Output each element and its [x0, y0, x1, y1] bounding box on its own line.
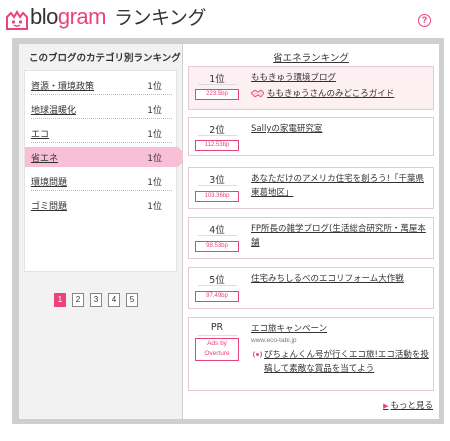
pr-ad-card: PR Ads by Overture エコ旅キャンペーン www.eco-tab…: [188, 317, 434, 391]
score-badge: 103.36bp: [195, 191, 239, 202]
score-badge: 98.53bp: [195, 241, 239, 252]
divider: [198, 335, 237, 336]
page-button-5[interactable]: 5: [126, 293, 138, 307]
pr-label: PR: [210, 322, 224, 333]
divider: [198, 135, 237, 136]
score-badge: 223.5bp: [195, 89, 239, 100]
category-rank: 1位: [147, 202, 162, 212]
logo-part-ranking: ランキング: [113, 7, 206, 29]
crown-logo-icon: [6, 10, 28, 30]
category-name[interactable]: ゴミ問題: [31, 199, 67, 212]
page-button-1[interactable]: 1: [54, 293, 66, 307]
ranking-title-link[interactable]: 省エネランキング: [183, 50, 439, 64]
pr-description-link[interactable]: ぴちょんくん号が行くエコ旅!エコ活動を投稿して素敵な賞品を当てよう: [264, 348, 432, 376]
divider: [198, 235, 237, 236]
category-row-5[interactable]: ゴミ問題 1位: [25, 195, 178, 215]
category-list: 資源・環境政策 1位 地球温暖化 1位 エコ 1位 省エネ 1位 環境問題 1位…: [24, 70, 188, 272]
rank-label: 2位: [209, 125, 225, 136]
category-name[interactable]: 省エネ: [31, 151, 58, 164]
see-more-label: もっと見る: [390, 401, 433, 411]
category-rank: 1位: [147, 178, 162, 188]
score-badge: 112.53bp: [195, 140, 239, 151]
category-ranking-title: このブログのカテゴリ別ランキング: [29, 53, 181, 64]
ads-badge-line-2: Overture: [204, 350, 230, 357]
blog-title-link[interactable]: ももきゅう環境ブログ: [251, 71, 431, 85]
ranking-card-1: 1位 223.5bp ももきゅう環境ブログ ももきゅうさんのみどころガイド: [188, 66, 434, 110]
category-row-0[interactable]: 資源・環境政策 1位: [25, 75, 178, 95]
category-rank: 1位: [147, 154, 162, 164]
blog-title-link[interactable]: あなただけのアメリカ住宅を創ろう!「千葉県東葛地区」: [251, 172, 431, 200]
category-row-3-selected[interactable]: 省エネ 1位: [25, 147, 188, 167]
category-rank: 1位: [147, 82, 162, 92]
blog-title-link[interactable]: FP所長の雑学ブログ(生活総合研究所・萬屋本舗: [251, 222, 431, 250]
category-name[interactable]: 地球温暖化: [31, 103, 76, 116]
blogram-logo[interactable]: blogram ランキング: [30, 3, 206, 32]
rank-label: 4位: [209, 225, 225, 236]
rank-label: 1位: [209, 74, 225, 85]
page-button-4[interactable]: 4: [108, 293, 120, 307]
blog-title-link[interactable]: Sallyの家電研究室: [251, 122, 431, 136]
page-button-3[interactable]: 3: [90, 293, 102, 307]
blog-title-link[interactable]: 住宅みちしるべのエコリフォーム大作戦: [251, 272, 431, 286]
category-ranking-panel: このブログのカテゴリ別ランキング 資源・環境政策 1位 地球温暖化 1位 エコ …: [19, 44, 188, 419]
rank-label: 3位: [209, 175, 225, 186]
help-icon[interactable]: ?: [418, 14, 431, 27]
pr-url: www.eco-tabi.jp: [251, 337, 297, 344]
ranking-card-2: 2位 112.53bp Sallyの家電研究室: [188, 117, 434, 156]
page-button-2[interactable]: 2: [72, 293, 84, 307]
ranking-card-5: 5位 97.49bp 住宅みちしるべのエコリフォーム大作戦: [188, 267, 434, 309]
ads-by-overture-badge[interactable]: Ads by Overture: [195, 338, 239, 361]
radio-wave-icon: [253, 351, 262, 358]
rank-label: 5位: [209, 275, 225, 286]
category-rank: 1位: [147, 106, 162, 116]
category-name[interactable]: 環境問題: [31, 175, 67, 188]
divider: [198, 84, 237, 85]
see-more-link[interactable]: ▶ もっと見る: [383, 399, 433, 411]
handshake-icon: [251, 89, 264, 98]
blog-ranking-panel: 省エネランキング 1位 223.5bp ももきゅう環境ブログ ももきゅうさんのみ…: [183, 44, 439, 419]
page-bottom-margin: [0, 424, 450, 441]
category-name[interactable]: 資源・環境政策: [31, 79, 94, 92]
score-badge: 97.49bp: [195, 291, 239, 302]
category-name[interactable]: エコ: [31, 127, 49, 140]
divider: [198, 185, 237, 186]
divider: [198, 285, 237, 286]
owner-guide-link[interactable]: ももきゅうさんのみどころガイド: [267, 87, 394, 99]
category-row-2[interactable]: エコ 1位: [25, 123, 178, 143]
header: blogram ランキング ?: [0, 0, 450, 36]
category-row-1[interactable]: 地球温暖化 1位: [25, 99, 178, 119]
divider: [31, 190, 172, 191]
ranking-card-3: 3位 103.36bp あなただけのアメリカ住宅を創ろう!「千葉県東葛地区」: [188, 167, 434, 209]
logo-part-blo: blo: [30, 4, 58, 29]
pr-title-link[interactable]: エコ旅キャンペーン: [251, 322, 431, 336]
divider: [31, 94, 172, 95]
category-rank: 1位: [147, 130, 162, 140]
divider: [31, 142, 172, 143]
category-row-4[interactable]: 環境問題 1位: [25, 171, 178, 191]
ranking-card-4: 4位 98.53bp FP所長の雑学ブログ(生活総合研究所・萬屋本舗: [188, 217, 434, 259]
ads-badge-line-1: Ads by: [207, 340, 227, 347]
logo-part-gram: gram: [57, 4, 107, 29]
triangle-right-icon: ▶: [383, 402, 389, 410]
divider: [31, 118, 172, 119]
